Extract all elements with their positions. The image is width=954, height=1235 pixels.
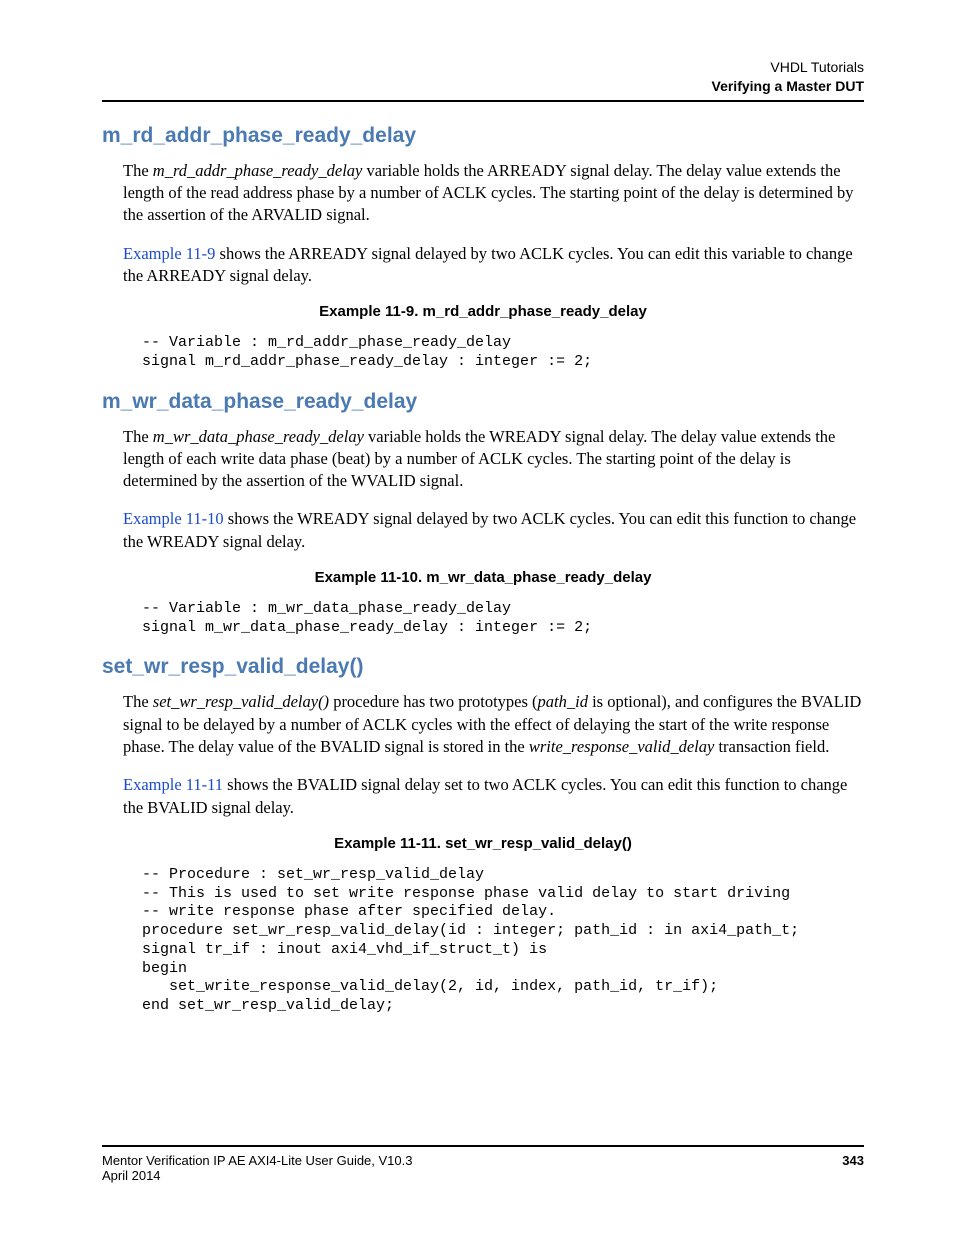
example-link[interactable]: Example 11-10	[123, 509, 224, 528]
example-title: Example 11-11. set_wr_resp_valid_delay()	[102, 835, 864, 852]
paragraph: The set_wr_resp_valid_delay() procedure …	[123, 691, 864, 758]
section-heading: m_wr_data_phase_ready_delay	[102, 390, 864, 414]
paragraph: Example 11-10 shows the WREADY signal de…	[123, 508, 864, 553]
code-block: -- Procedure : set_wr_resp_valid_delay -…	[142, 866, 864, 1016]
footer-guide-name: Mentor Verification IP AE AXI4-Lite User…	[102, 1153, 412, 1168]
section-heading: set_wr_resp_valid_delay()	[102, 655, 864, 679]
footer-rule	[102, 1145, 864, 1147]
page-footer: Mentor Verification IP AE AXI4-Lite User…	[102, 1145, 864, 1183]
header-tutorial-name: VHDL Tutorials	[102, 58, 864, 77]
example-link[interactable]: Example 11-9	[123, 244, 215, 263]
example-title: Example 11-10. m_wr_data_phase_ready_del…	[102, 569, 864, 586]
section-heading: m_rd_addr_phase_ready_delay	[102, 124, 864, 148]
paragraph: Example 11-9 shows the ARREADY signal de…	[123, 243, 864, 288]
paragraph: The m_rd_addr_phase_ready_delay variable…	[123, 160, 864, 227]
example-link[interactable]: Example 11-11	[123, 775, 223, 794]
code-block: -- Variable : m_rd_addr_phase_ready_dela…	[142, 334, 864, 372]
header-rule	[102, 100, 864, 102]
paragraph: The m_wr_data_phase_ready_delay variable…	[123, 426, 864, 493]
paragraph: Example 11-11 shows the BVALID signal de…	[123, 774, 864, 819]
code-block: -- Variable : m_wr_data_phase_ready_dela…	[142, 600, 864, 638]
page-number: 343	[842, 1153, 864, 1168]
header-section-name: Verifying a Master DUT	[102, 77, 864, 96]
page-header: VHDL Tutorials Verifying a Master DUT	[102, 58, 864, 96]
footer-date: April 2014	[102, 1168, 864, 1183]
example-title: Example 11-9. m_rd_addr_phase_ready_dela…	[102, 303, 864, 320]
